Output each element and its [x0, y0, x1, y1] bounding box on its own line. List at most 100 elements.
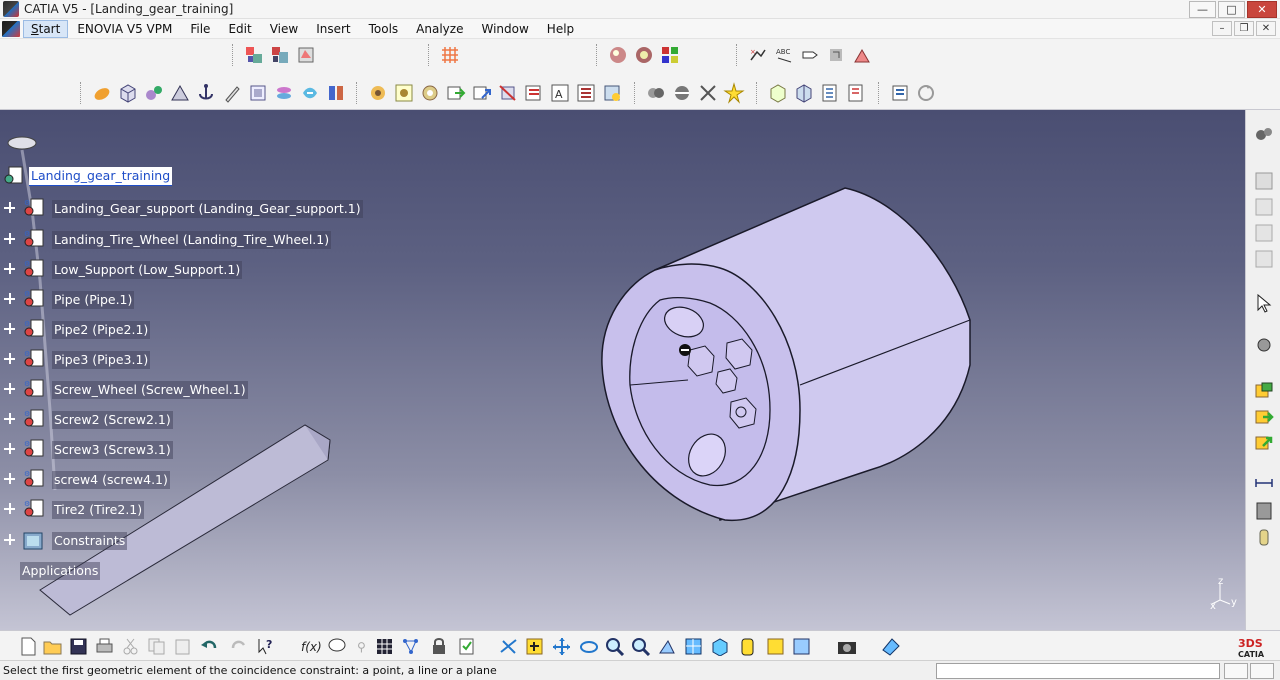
- quick-constraint-icon[interactable]: [418, 82, 441, 104]
- offset-constraint-icon[interactable]: [324, 82, 347, 104]
- expand-icon[interactable]: [4, 473, 15, 484]
- toolbar-grip[interactable]: [80, 82, 83, 104]
- replace-component-icon[interactable]: A: [548, 82, 571, 104]
- expand-icon[interactable]: [4, 383, 15, 394]
- select-arrow-icon[interactable]: [1253, 292, 1275, 314]
- tree-item[interactable]: ⚙ Screw3 (Screw3.1): [4, 439, 173, 461]
- menu-edit[interactable]: Edit: [219, 19, 260, 39]
- toolbar-grip[interactable]: [878, 82, 881, 104]
- manipulation-icon[interactable]: [142, 82, 165, 104]
- zoom-out-icon[interactable]: [630, 636, 652, 656]
- tire-wheel-part[interactable]: [601, 187, 971, 521]
- create-product-icon[interactable]: [1253, 380, 1275, 402]
- swap-visible-space-icon[interactable]: [1253, 170, 1275, 192]
- publish-icon[interactable]: [888, 82, 911, 104]
- expand-icon[interactable]: [4, 503, 15, 514]
- expand-icon[interactable]: [4, 534, 15, 545]
- menu-help[interactable]: Help: [538, 19, 583, 39]
- expand-icon[interactable]: [4, 293, 15, 304]
- doc-restore-button[interactable]: ❐: [1234, 21, 1254, 36]
- bill-of-material-icon[interactable]: [766, 82, 789, 104]
- expand-icon[interactable]: [4, 263, 15, 274]
- angle-constraint-icon[interactable]: [366, 82, 389, 104]
- toolbar-grip[interactable]: [428, 44, 431, 66]
- menu-insert[interactable]: Insert: [307, 19, 359, 39]
- expand-icon[interactable]: [4, 353, 15, 364]
- check-icon[interactable]: [456, 636, 478, 656]
- measure-between-icon[interactable]: [1253, 472, 1275, 494]
- anchor-icon[interactable]: [194, 82, 217, 104]
- 3d-viewport[interactable]: z x y Landing_gear_training ⚙ Landing_Ge…: [0, 110, 1245, 630]
- scenes-icon[interactable]: [658, 44, 681, 66]
- fix-component-icon[interactable]: [90, 82, 113, 104]
- reuse-pattern-icon[interactable]: [496, 82, 519, 104]
- toolbar-grip[interactable]: [736, 44, 739, 66]
- annotation-set-icon[interactable]: [824, 44, 847, 66]
- tree-item[interactable]: ⚙ Low_Support (Low_Support.1): [4, 259, 243, 281]
- toolbar-grip[interactable]: [756, 82, 759, 104]
- rotate-icon[interactable]: [578, 636, 600, 656]
- zoom-in-icon[interactable]: [604, 636, 626, 656]
- expand-icon[interactable]: [4, 413, 15, 424]
- copy-icon[interactable]: [146, 636, 168, 656]
- measure-icon[interactable]: [850, 44, 873, 66]
- copy-icon[interactable]: [1253, 222, 1275, 244]
- maximize-button[interactable]: □: [1218, 1, 1245, 18]
- shading-icon[interactable]: [737, 636, 759, 656]
- doc-close-button[interactable]: ✕: [1256, 21, 1276, 36]
- refresh-icon[interactable]: [914, 82, 937, 104]
- expand-icon[interactable]: [4, 233, 15, 244]
- tree-item[interactable]: ⚙ Pipe2 (Pipe2.1): [4, 319, 151, 341]
- help-pointer-icon[interactable]: ?: [256, 636, 278, 656]
- comment-icon[interactable]: [326, 636, 348, 656]
- expand-icon[interactable]: [4, 323, 15, 334]
- paste-icon[interactable]: [172, 636, 194, 656]
- knowledge-icon[interactable]: ⚲: [352, 636, 374, 656]
- apply-material-icon[interactable]: [606, 44, 629, 66]
- insert-component-icon[interactable]: [242, 44, 265, 66]
- flag-note-icon[interactable]: [798, 44, 821, 66]
- minimize-button[interactable]: —: [1189, 1, 1216, 18]
- grid-icon[interactable]: [438, 44, 461, 66]
- redo-icon[interactable]: [228, 636, 250, 656]
- toolbar-grip[interactable]: [596, 44, 599, 66]
- generate-numbering-icon[interactable]: [818, 82, 841, 104]
- measure-item-icon[interactable]: [1253, 500, 1275, 522]
- tools-palette-icon[interactable]: [880, 636, 902, 656]
- weld-feature-icon[interactable]: ×: [746, 44, 769, 66]
- tree-constraints-label[interactable]: Constraints: [52, 532, 128, 550]
- toolbar-grip[interactable]: [232, 44, 235, 66]
- table-icon[interactable]: [374, 636, 396, 656]
- lock-icon[interactable]: [428, 636, 450, 656]
- capture-icon[interactable]: [836, 636, 858, 656]
- tree-constraints[interactable]: Constraints: [4, 530, 128, 552]
- menu-file[interactable]: File: [181, 19, 219, 39]
- swap-space-icon[interactable]: [791, 636, 813, 656]
- tree-item-label[interactable]: Landing_Gear_support (Landing_Gear_suppo…: [52, 200, 363, 218]
- tree-item-label[interactable]: Low_Support (Low_Support.1): [52, 261, 243, 279]
- menu-start[interactable]: Start: [23, 19, 69, 38]
- hide-show-icon[interactable]: [1253, 196, 1275, 218]
- expand-icon[interactable]: [4, 202, 15, 213]
- power-input-field[interactable]: [936, 663, 1220, 679]
- update-icon[interactable]: [522, 82, 545, 104]
- insert-part-icon[interactable]: [294, 44, 317, 66]
- stop-command-icon[interactable]: [1224, 663, 1248, 679]
- multi-view-icon[interactable]: [683, 636, 705, 656]
- start-menu-icon[interactable]: [2, 20, 20, 37]
- tree-item-label[interactable]: Tire2 (Tire2.1): [52, 501, 145, 519]
- catalog-icon[interactable]: [600, 82, 623, 104]
- tree-item-label[interactable]: Screw_Wheel (Screw_Wheel.1): [52, 381, 248, 399]
- tree-item[interactable]: ⚙ screw4 (screw4.1): [4, 469, 170, 491]
- tree-root[interactable]: Landing_gear_training: [4, 166, 173, 187]
- tree-item[interactable]: ⚙ Tire2 (Tire2.1): [4, 499, 145, 521]
- tree-item[interactable]: ⚙ Landing_Gear_support (Landing_Gear_sup…: [4, 198, 363, 220]
- paste-icon[interactable]: [1253, 248, 1275, 270]
- tree-item[interactable]: ⚙ Pipe3 (Pipe3.1): [4, 349, 151, 371]
- tree-item-label[interactable]: Landing_Tire_Wheel (Landing_Tire_Wheel.1…: [52, 231, 332, 249]
- clash-analysis-icon[interactable]: [644, 82, 667, 104]
- cut-icon[interactable]: [120, 636, 142, 656]
- text-with-leader-icon[interactable]: ABC: [772, 44, 795, 66]
- flexible-rigid-icon[interactable]: [444, 82, 467, 104]
- new-file-icon[interactable]: [17, 636, 39, 656]
